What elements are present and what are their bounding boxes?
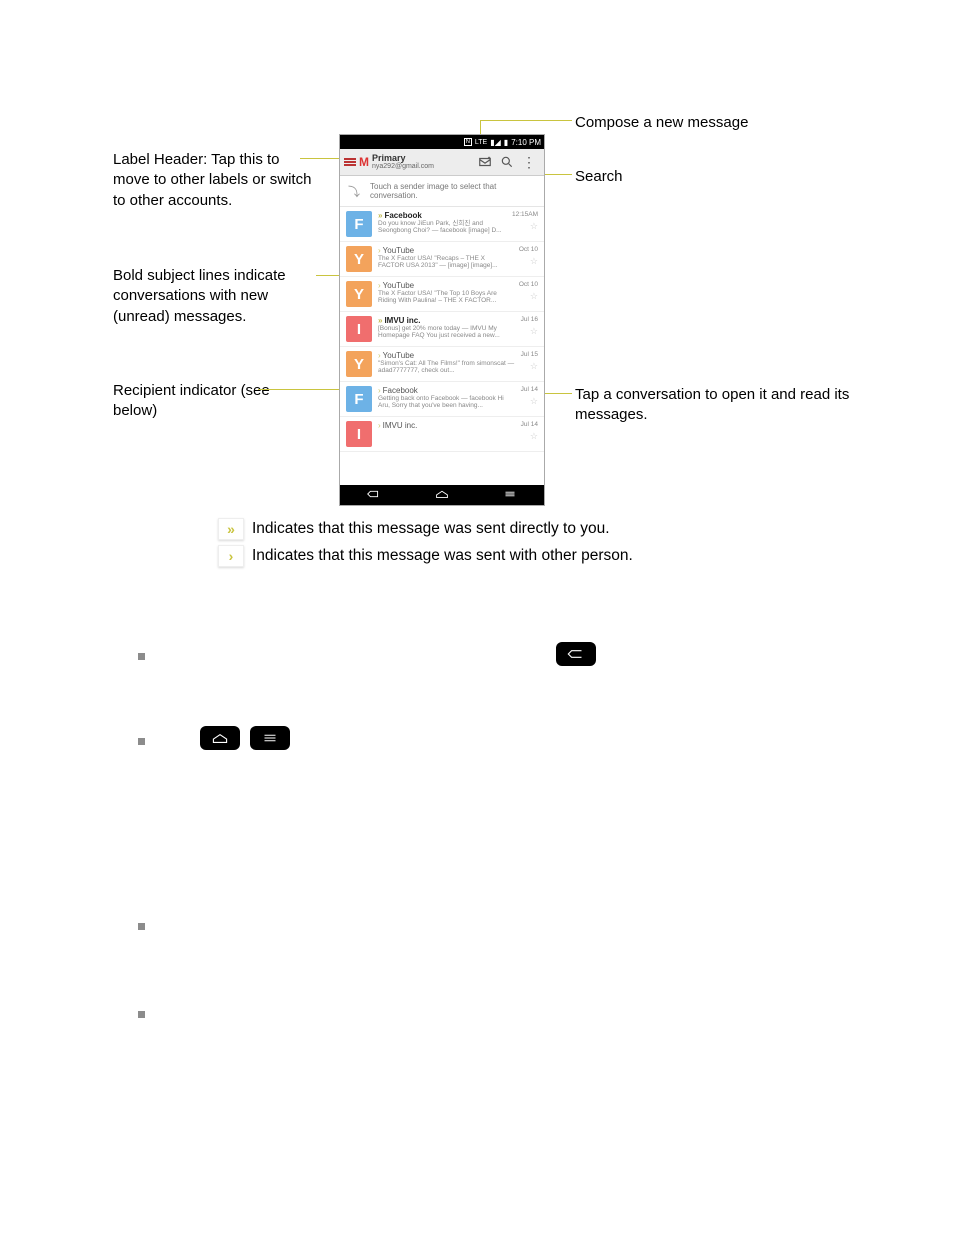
conversation-row[interactable]: Y ›YouTube"Simon's Cat: All The Films!" f… (340, 347, 544, 382)
back-icon[interactable] (365, 489, 383, 501)
sender-name: »IMVU inc. (378, 316, 515, 325)
sender-name: ›YouTube (378, 351, 515, 360)
sender-avatar[interactable]: I (346, 421, 372, 447)
message-date: 12:15AM (512, 211, 538, 218)
sender-avatar[interactable]: F (346, 386, 372, 412)
nav-keys-graphic (198, 726, 292, 750)
chevron-double-icon: » (378, 316, 382, 325)
annotation-tap-conversation: Tap a conversation to open it and read i… (575, 385, 855, 426)
clock: 7:10 PM (511, 138, 541, 147)
back-key-icon (556, 642, 596, 666)
gmail-logo-icon: M (359, 155, 369, 169)
annotation-label-header: Label Header: Tap this to move to other … (113, 150, 313, 211)
sender-name: ›YouTube (378, 281, 513, 290)
list-item (138, 924, 159, 931)
bullet-icon (138, 1011, 145, 1018)
message-snippet: "Simon's Cat: All The Films!" from simon… (378, 360, 515, 375)
selection-hint: ⤵ Touch a sender image to select that co… (340, 176, 544, 207)
star-icon[interactable]: ☆ (530, 256, 538, 267)
star-icon[interactable]: ☆ (530, 361, 538, 372)
bullet-icon (138, 738, 145, 745)
message-snippet: Getting back onto Facebook — facebook Hi… (378, 395, 515, 410)
sender-name: ›Facebook (378, 386, 515, 395)
message-date: Jul 15 (521, 351, 538, 358)
message-snippet: The X Factor USA! "Recaps – THE X FACTOR… (378, 255, 513, 270)
annotation-recipient: Recipient indicator (see below) (113, 381, 313, 422)
hint-text: Touch a sender image to select that conv… (370, 182, 536, 200)
sender-name: »Facebook (378, 211, 506, 220)
inbox-header[interactable]: M Primary nya292@gmail.com ⋮ (340, 149, 544, 176)
annotation-search: Search (575, 167, 623, 187)
nfc-icon: N (464, 138, 472, 146)
message-date: Oct 10 (519, 246, 538, 253)
conversation-row[interactable]: F ›FacebookGetting back onto Facebook — f… (340, 382, 544, 417)
label-header[interactable]: Primary nya292@gmail.com (372, 154, 434, 170)
legend-direct: » Indicates that this message was sent d… (218, 518, 610, 540)
recent-icon[interactable] (501, 489, 519, 501)
network-lte: LTE (475, 139, 487, 146)
message-date: Jul 14 (521, 421, 538, 428)
star-icon[interactable]: ☆ (530, 396, 538, 407)
legend-direct-text: Indicates that this message was sent dir… (252, 520, 610, 538)
list-item (138, 654, 159, 661)
home-icon[interactable] (433, 489, 451, 501)
message-snippet: Do you know JiEun Park, 신희진 and Seongbon… (378, 220, 506, 235)
bullet-icon (138, 653, 145, 660)
search-icon[interactable] (500, 155, 514, 169)
battery-icon: ▮ (504, 138, 508, 147)
list-item (138, 739, 159, 746)
legend-other: › Indicates that this message was sent w… (218, 545, 633, 567)
overflow-icon[interactable]: ⋮ (522, 155, 536, 169)
recent-key-icon (250, 726, 290, 750)
chevron-single-icon: › (378, 421, 381, 430)
sender-avatar[interactable]: Y (346, 281, 372, 307)
chevron-single-icon: › (378, 351, 381, 360)
message-date: Oct 10 (519, 281, 538, 288)
conversation-row[interactable]: I »IMVU inc.[Bonus] get 20% more today — … (340, 312, 544, 347)
swipe-down-icon: ⤵ (348, 183, 360, 200)
sender-avatar[interactable]: Y (346, 246, 372, 272)
back-button-graphic (554, 642, 598, 666)
chevron-single-icon: › (378, 386, 381, 395)
sender-name: ›YouTube (378, 246, 513, 255)
sender-avatar[interactable]: I (346, 316, 372, 342)
star-icon[interactable]: ☆ (530, 221, 538, 232)
bullet-icon (138, 923, 145, 930)
chevron-single-icon: › (218, 545, 244, 567)
conversation-row[interactable]: F »FacebookDo you know JiEun Park, 신희진 an… (340, 207, 544, 242)
account-email: nya292@gmail.com (372, 163, 434, 170)
legend-other-text: Indicates that this message was sent wit… (252, 547, 633, 565)
message-snippet: The X Factor USA! "The Top 10 Boys Are R… (378, 290, 513, 305)
phone-screenshot: N LTE ▮◢ ▮ 7:10 PM M Primary nya292@gmai… (340, 135, 544, 505)
sender-avatar[interactable]: F (346, 211, 372, 237)
sender-avatar[interactable]: Y (346, 351, 372, 377)
chevron-single-icon: › (378, 246, 381, 255)
system-nav-bar (340, 485, 544, 505)
chevron-double-icon: » (378, 211, 382, 220)
annotation-compose: Compose a new message (575, 113, 748, 133)
menu-icon[interactable] (344, 157, 356, 167)
message-list: F »FacebookDo you know JiEun Park, 신희진 an… (340, 207, 544, 452)
label-name: Primary (372, 154, 434, 163)
message-snippet: [Bonus] get 20% more today — IMVU My Hom… (378, 325, 515, 340)
home-key-icon (200, 726, 240, 750)
conversation-row[interactable]: Y ›YouTubeThe X Factor USA! "Recaps – THE… (340, 242, 544, 277)
conversation-row[interactable]: Y ›YouTubeThe X Factor USA! "The Top 10 B… (340, 277, 544, 312)
star-icon[interactable]: ☆ (530, 326, 538, 337)
status-bar: N LTE ▮◢ ▮ 7:10 PM (340, 135, 544, 149)
message-date: Jul 14 (521, 386, 538, 393)
conversation-row[interactable]: I ›IMVU inc. Jul 14 ☆ (340, 417, 544, 452)
signal-icon: ▮◢ (490, 138, 501, 147)
message-date: Jul 16 (521, 316, 538, 323)
star-icon[interactable]: ☆ (530, 431, 538, 442)
chevron-double-icon: » (218, 518, 244, 540)
compose-icon[interactable] (478, 155, 492, 169)
annotation-bold-subject: Bold subject lines indicate conversation… (113, 266, 323, 327)
chevron-single-icon: › (378, 281, 381, 290)
star-icon[interactable]: ☆ (530, 291, 538, 302)
sender-name: ›IMVU inc. (378, 421, 515, 430)
list-item (138, 1012, 159, 1019)
